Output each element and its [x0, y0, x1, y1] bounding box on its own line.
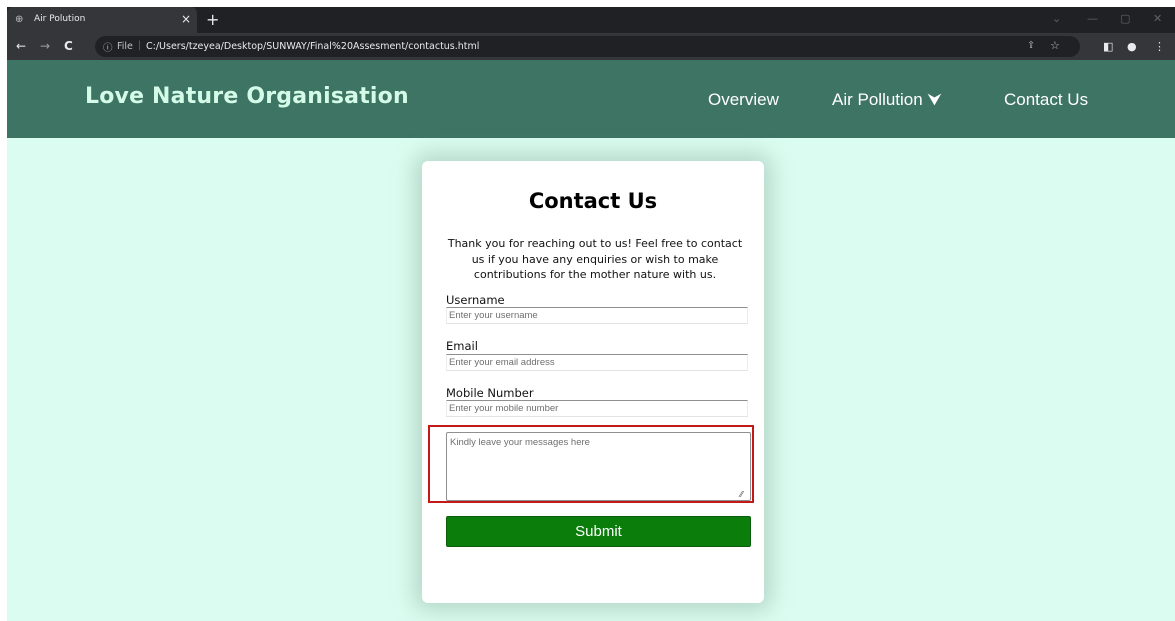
page-title: Contact Us — [528, 189, 658, 213]
info-icon[interactable]: ⓘ — [103, 40, 113, 54]
share-icon[interactable]: ⇪ — [1027, 40, 1035, 51]
side-panel-icon[interactable]: ◧ — [1103, 40, 1113, 53]
forward-button[interactable]: → — [40, 39, 50, 53]
profile-icon[interactable]: ● — [1127, 40, 1137, 53]
address-separator: | — [138, 40, 142, 51]
intro-text: Thank you for reaching out to us! Feel f… — [447, 237, 743, 281]
resize-grip-icon[interactable]: ⁄⁄ — [740, 490, 743, 499]
contact-card: Contact Us Thank you for reaching out to… — [422, 161, 764, 603]
tab-title: Air Polution — [34, 14, 86, 24]
message-textarea[interactable] — [446, 432, 751, 501]
tab-close-icon[interactable]: × — [181, 12, 191, 26]
address-bar[interactable]: ⓘ File | C:/Users/tzeyea/Desktop/SUNWAY/… — [95, 36, 1080, 57]
globe-icon: ⊕ — [15, 14, 24, 25]
nav-contact-us[interactable]: Contact Us — [1004, 90, 1088, 110]
browser-tab[interactable]: ⊕ Air Polution × — [7, 7, 197, 33]
menu-icon[interactable]: ⋮ — [1154, 40, 1165, 53]
browser-window: ⊕ Air Polution × + ⌄ — ▢ ✕ ← → C ⓘ File … — [7, 7, 1175, 621]
scheme-label: File — [117, 41, 133, 52]
submit-button[interactable]: Submit — [446, 516, 751, 547]
reload-button[interactable]: C — [64, 39, 73, 53]
minimize-button[interactable]: — — [1087, 12, 1098, 25]
tab-search-icon[interactable]: ⌄ — [1052, 12, 1061, 25]
url-text[interactable]: C:/Users/tzeyea/Desktop/SUNWAY/Final%20A… — [146, 41, 479, 52]
username-field[interactable] — [446, 307, 748, 324]
mobile-label: Mobile Number — [446, 386, 534, 400]
nav-air-pollution[interactable]: Air Pollution ⮟ — [832, 90, 942, 110]
email-field[interactable] — [446, 354, 748, 371]
address-toolbar: ← → C ⓘ File | C:/Users/tzeyea/Desktop/S… — [7, 33, 1175, 60]
nav-overview[interactable]: Overview — [708, 90, 779, 110]
tab-strip: ⊕ Air Polution × + ⌄ — ▢ ✕ — [7, 7, 1175, 33]
new-tab-button[interactable]: + — [206, 10, 219, 29]
bookmark-star-icon[interactable]: ☆ — [1050, 39, 1060, 52]
restore-button[interactable]: ▢ — [1120, 12, 1130, 25]
brand-logo-text[interactable]: Love Nature Organisation — [85, 84, 409, 109]
window-close-button[interactable]: ✕ — [1153, 12, 1162, 25]
site-header: Love Nature Organisation Overview Air Po… — [7, 60, 1175, 138]
email-label: Email — [446, 339, 478, 353]
back-button[interactable]: ← — [16, 39, 26, 53]
mobile-field[interactable] — [446, 400, 748, 417]
page-body: Contact Us Thank you for reaching out to… — [7, 138, 1175, 621]
username-label: Username — [446, 293, 505, 307]
